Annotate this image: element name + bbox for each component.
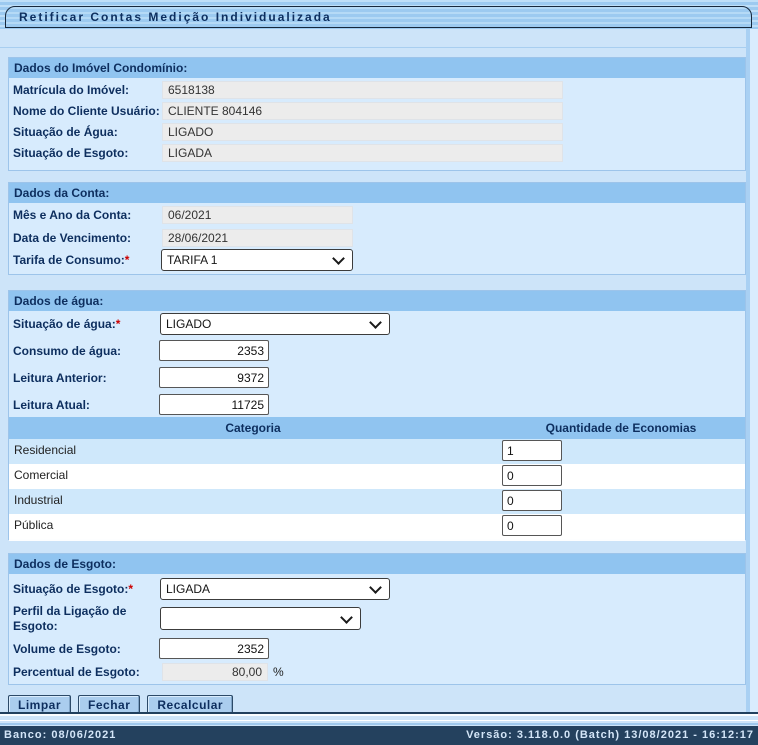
pre-footer-line — [0, 723, 758, 725]
select-situacao-agua-value: LIGADO — [166, 314, 211, 334]
label-situacao-esgoto: Situação de Esgoto:* — [13, 579, 133, 599]
table-row: Pública — [9, 514, 745, 541]
label-mes-ano-conta: Mês e Ano da Conta: — [13, 205, 131, 225]
input-consumo-agua[interactable] — [159, 340, 269, 361]
label-situacao-esgoto-imovel: Situação de Esgoto: — [13, 143, 128, 163]
table-header-economias: Categoria Quantidade de Economias — [9, 417, 745, 439]
field-data-vencimento: 28/06/2021 — [162, 229, 353, 247]
chevron-down-icon — [340, 611, 353, 624]
select-situacao-agua[interactable]: LIGADO — [160, 313, 390, 335]
field-mes-ano-conta: 06/2021 — [162, 206, 353, 224]
percentual-suffix: % — [273, 662, 284, 682]
label-situacao-agua-imovel: Situação de Água: — [13, 122, 118, 142]
input-quantidade-comercial[interactable] — [502, 465, 562, 486]
select-tarifa-consumo[interactable]: TARIFA 1 — [161, 249, 353, 271]
categoria-label: Comercial — [14, 464, 68, 487]
field-percentual-esgoto: 80,00 — [162, 663, 268, 681]
label-perfil-ligacao-esgoto: Perfil da Ligação de Esgoto: — [13, 604, 141, 634]
label-leitura-anterior: Leitura Anterior: — [13, 368, 107, 388]
select-perfil-ligacao-esgoto[interactable] — [160, 607, 361, 630]
frame-bottom-highlight — [0, 714, 758, 716]
label-situacao-agua: Situação de água:* — [13, 314, 120, 334]
section-header-conta: Dados da Conta: — [9, 183, 745, 203]
input-quantidade-industrial[interactable] — [502, 490, 562, 511]
section-header-esgoto: Dados de Esgoto: — [9, 554, 745, 574]
input-quantidade-residencial[interactable] — [502, 440, 562, 461]
required-asterisk: * — [128, 582, 133, 596]
input-quantidade-publica[interactable] — [502, 515, 562, 536]
required-asterisk: * — [116, 317, 121, 331]
table-row: Comercial — [9, 464, 745, 491]
table-row: Industrial — [9, 489, 745, 516]
field-matricula-imovel: 6518138 — [162, 81, 563, 99]
header-separator — [0, 47, 752, 48]
column-header-quantidade-economias: Quantidade de Economias — [497, 417, 745, 439]
status-banco-date: Banco: 08/06/2021 — [0, 726, 116, 745]
label-data-vencimento: Data de Vencimento: — [13, 228, 131, 248]
input-volume-esgoto[interactable] — [159, 638, 269, 659]
label-tarifa-consumo: Tarifa de Consumo:* — [13, 250, 129, 270]
chevron-down-icon — [332, 252, 345, 265]
select-situacao-esgoto-value: LIGADA — [166, 579, 210, 599]
status-version: Versão: 3.118.0.0 (Batch) 13/08/2021 - 1… — [466, 726, 758, 745]
field-situacao-esgoto-imovel: LIGADA — [162, 144, 563, 162]
select-situacao-esgoto[interactable]: LIGADA — [160, 578, 390, 600]
categoria-label: Industrial — [14, 489, 63, 512]
column-header-categoria: Categoria — [9, 417, 497, 439]
label-consumo-agua: Consumo de água: — [13, 341, 121, 361]
field-situacao-agua-imovel: LIGADO — [162, 123, 563, 141]
input-leitura-atual[interactable] — [159, 394, 269, 415]
frame-right-outside — [750, 29, 758, 712]
section-header-imovel: Dados do Imóvel Condomínio: — [9, 58, 745, 78]
table-row: Residencial — [9, 439, 745, 466]
categoria-label: Residencial — [14, 439, 76, 462]
select-tarifa-value: TARIFA 1 — [167, 250, 217, 270]
chevron-down-icon — [369, 581, 382, 594]
label-volume-esgoto: Volume de Esgoto: — [13, 639, 121, 659]
input-leitura-anterior[interactable] — [159, 367, 269, 388]
field-nome-cliente: CLIENTE 804146 — [162, 102, 563, 120]
page-title: Retificar Contas Medição Individualizada — [5, 6, 752, 28]
categoria-label: Pública — [14, 514, 53, 537]
label-percentual-esgoto: Percentual de Esgoto: — [13, 662, 140, 682]
label-matricula-imovel: Matrícula do Imóvel: — [13, 80, 129, 100]
status-bar: Banco: 08/06/2021 Versão: 3.118.0.0 (Bat… — [0, 726, 758, 745]
chevron-down-icon — [369, 316, 382, 329]
label-leitura-atual: Leitura Atual: — [13, 395, 90, 415]
pre-footer-line — [0, 720, 758, 721]
required-asterisk: * — [125, 253, 130, 267]
label-nome-cliente: Nome do Cliente Usuário: — [13, 101, 160, 121]
section-header-agua: Dados de água: — [9, 291, 745, 311]
